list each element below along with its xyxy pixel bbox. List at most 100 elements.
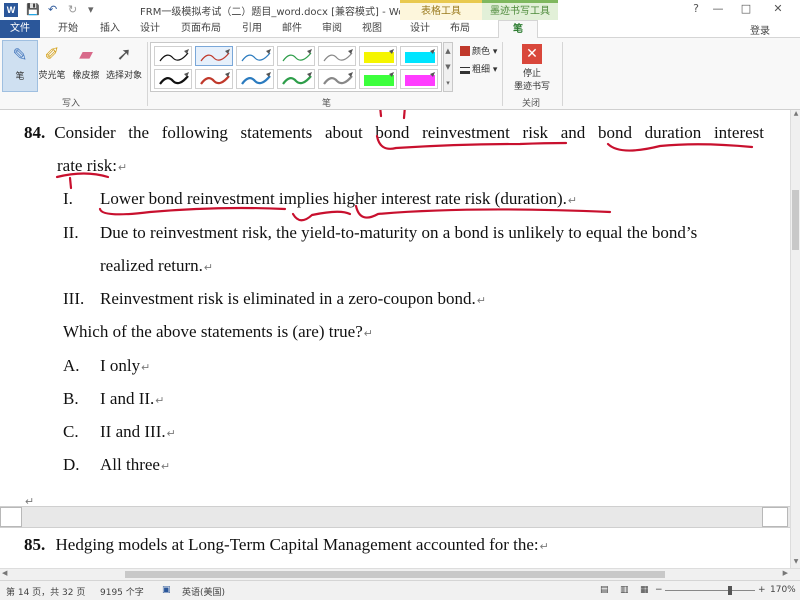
customize-qat-icon[interactable]: ▾ <box>88 2 94 18</box>
proofing-icon[interactable]: ▣ <box>162 585 171 595</box>
horizontal-scroll-thumb[interactable] <box>125 571 665 578</box>
pen-tool-button[interactable]: ✎ 笔 <box>2 40 38 92</box>
read-mode-icon[interactable]: ▤ <box>600 585 609 595</box>
undo-icon[interactable]: ↶ <box>48 2 57 18</box>
stop-x-icon: ✕ <box>522 44 542 64</box>
group-separator <box>147 42 148 106</box>
pen-weight-option[interactable]: 粗细 ▾ <box>460 62 497 75</box>
gallery-scroll[interactable]: ▲ ▼ ▾ <box>443 42 453 92</box>
scroll-up-icon[interactable]: ▲ <box>791 110 800 120</box>
tab-insert[interactable]: 插入 <box>96 20 124 38</box>
pen-style-option[interactable] <box>154 69 192 89</box>
tab-view[interactable]: 视图 <box>358 20 386 38</box>
tab-home[interactable]: 开始 <box>52 20 84 38</box>
minimize-button[interactable]: — <box>710 2 726 15</box>
eraser-tool-button[interactable]: ▰ 橡皮擦 <box>68 40 104 92</box>
pen-stroke-icon <box>323 72 353 85</box>
context-tab-ink-tools: 墨迹书写工具 <box>482 0 558 20</box>
tab-file[interactable]: 文件 <box>0 20 40 38</box>
pen-color-option[interactable]: 颜色 ▾ <box>460 44 497 57</box>
select-objects-button[interactable]: ➚ 选择对象 <box>104 40 144 92</box>
language-indicator[interactable]: 英语(美国) <box>182 585 225 598</box>
pen-style-option[interactable] <box>318 69 356 89</box>
pen-style-option[interactable] <box>236 69 274 89</box>
pen-style-option[interactable] <box>236 46 274 66</box>
pen-stroke-icon <box>364 72 394 86</box>
tab-page-layout[interactable]: 页面布局 <box>176 20 226 38</box>
tab-design[interactable]: 设计 <box>136 20 164 38</box>
pen-style-option[interactable] <box>318 46 356 66</box>
tab-pen[interactable]: 笔 <box>498 20 538 38</box>
ribbon-tabs: 文件 开始 插入 设计 页面布局 引用 邮件 审阅 视图 设计 布局 笔 登录 <box>0 20 800 38</box>
zoom-in-button[interactable]: + <box>758 585 766 595</box>
pen-style-option[interactable] <box>359 69 397 89</box>
pen-stroke-icon <box>323 49 353 62</box>
pen-stroke-icon <box>200 49 230 62</box>
print-layout-icon[interactable]: ▥ <box>620 585 629 595</box>
tab-review[interactable]: 审阅 <box>318 20 346 38</box>
pen-style-option[interactable] <box>195 46 233 66</box>
statement-item: II. Due to reinvestment risk, the yield-t… <box>63 223 698 242</box>
restore-button[interactable]: □ <box>738 2 754 15</box>
answer-option: B. I and II.↵ <box>63 389 165 408</box>
pen-style-option[interactable] <box>277 46 315 66</box>
document-page[interactable]: 84. Consider the following statements ab… <box>0 110 790 568</box>
tab-table-design[interactable]: 设计 <box>404 20 436 38</box>
ink-tick-mark <box>402 110 406 120</box>
pen-style-gallery <box>150 42 442 92</box>
tab-table-layout[interactable]: 布局 <box>444 20 476 38</box>
pen-stroke-icon <box>405 72 435 86</box>
pen-style-option[interactable] <box>277 69 315 89</box>
pen-stroke-icon <box>159 49 189 62</box>
zoom-slider-knob[interactable] <box>728 586 732 595</box>
save-icon[interactable]: 💾 <box>26 2 40 18</box>
help-icon[interactable]: ? <box>688 2 704 15</box>
question-number: 84. <box>24 123 46 142</box>
scroll-down-icon[interactable]: ▼ <box>791 558 800 568</box>
redo-icon[interactable]: ↻ <box>68 2 77 18</box>
page-count[interactable]: 第 14 页，共 32 页 <box>6 585 85 598</box>
zoom-level[interactable]: 170% <box>770 585 796 595</box>
pen-style-option[interactable] <box>400 69 438 89</box>
scroll-left-icon[interactable]: ◀ <box>2 569 7 577</box>
stop-inking-button[interactable]: ✕ 停止 墨迹书写 <box>506 42 558 94</box>
close-button[interactable]: ✕ <box>770 2 786 15</box>
statement-item: I. Lower bond reinvestment implies higher… <box>63 189 578 208</box>
ink-underline-implies <box>291 210 352 222</box>
group-label-pens: 笔 <box>322 99 332 109</box>
highlighter-tool-button[interactable]: ✐ 荧光笔 <box>34 40 70 92</box>
answer-option: C. II and III.↵ <box>63 422 176 441</box>
group-separator <box>502 42 503 106</box>
page-corner-right <box>762 507 788 527</box>
ink-underline-bond-duration <box>606 142 754 152</box>
vertical-scroll-thumb[interactable] <box>792 190 799 250</box>
pen-stroke-icon <box>364 49 394 63</box>
scroll-right-icon[interactable]: ▶ <box>783 569 788 577</box>
vertical-scrollbar[interactable]: ▲ ▼ <box>790 110 800 568</box>
tab-references[interactable]: 引用 <box>238 20 266 38</box>
group-separator <box>562 42 563 106</box>
word-count[interactable]: 9195 个字 <box>100 585 144 598</box>
tab-mailings[interactable]: 邮件 <box>278 20 306 38</box>
pen-style-option[interactable] <box>359 46 397 66</box>
eraser-icon: ▰ <box>79 44 93 65</box>
pen-style-option[interactable] <box>195 69 233 89</box>
web-layout-icon[interactable]: ▦ <box>640 585 649 595</box>
pen-style-option[interactable] <box>400 46 438 66</box>
pen-stroke-icon <box>159 72 189 85</box>
zoom-out-button[interactable]: − <box>655 585 663 595</box>
ribbon-pen: ✎ 笔 ✐ 荧光笔 ▰ 橡皮擦 ➚ 选择对象 写入 ▲ ▼ ▾ 颜色 ▾ 粗细 ▾ … <box>0 38 800 110</box>
group-label-write: 写入 <box>62 99 81 109</box>
pen-stroke-icon <box>241 49 271 62</box>
ink-tick-mark <box>379 110 383 118</box>
pen-style-option[interactable] <box>154 46 192 66</box>
login-link[interactable]: 登录 <box>750 22 770 37</box>
q84-line1: 84. Consider the following statements ab… <box>24 123 764 142</box>
pen-stroke-icon <box>241 72 271 85</box>
word-app-icon: W <box>4 3 18 17</box>
zoom-slider[interactable] <box>665 590 755 591</box>
word-window: W 💾 ↶ ↻ ▾ FRM一级模拟考试（二）题目_word.docx [兼容模式… <box>0 0 800 600</box>
context-tab-table-tools: 表格工具 <box>400 0 482 20</box>
horizontal-scrollbar[interactable]: ◀ ▶ <box>0 568 800 580</box>
pen-icon: ✎ <box>12 45 28 66</box>
